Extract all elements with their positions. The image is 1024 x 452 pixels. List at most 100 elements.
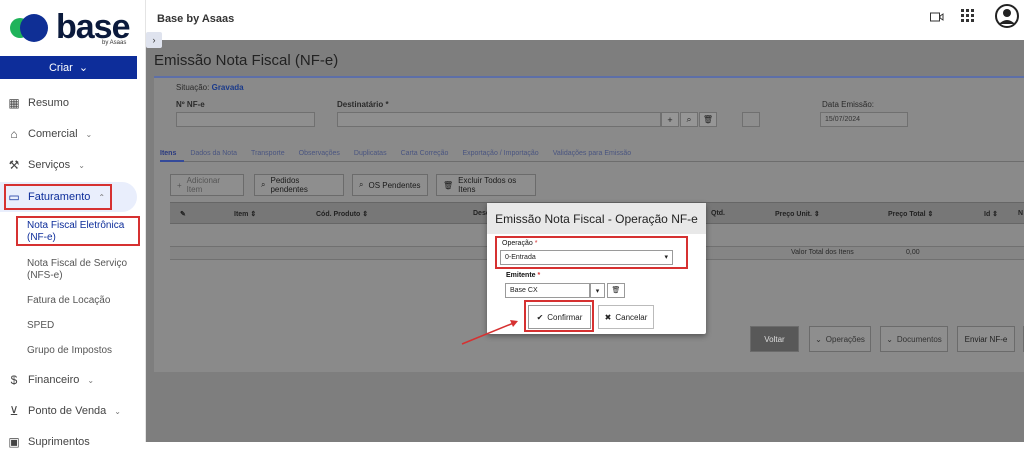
modal-title: Emissão Nota Fiscal - Operação NF-e <box>487 203 706 234</box>
logo-dot-blue <box>20 14 48 42</box>
sidebar-item-servicos[interactable]: ⚒ Serviços ⌄ <box>8 155 85 175</box>
sidebar-item-suprimentos[interactable]: ▣ Suprimentos <box>8 432 90 452</box>
chevron-down-icon: ⌄ <box>815 334 822 344</box>
add-item-label: Adicionar Item <box>186 176 221 194</box>
sidebar-item-comercial[interactable]: ⌂ Comercial ⌄ <box>8 124 92 144</box>
total-items-value: 0,00 <box>906 249 920 256</box>
dashboard-icon: ▦ <box>8 96 20 110</box>
issuer-dropdown-button[interactable]: ▾ <box>590 283 605 298</box>
col-preco-unit[interactable]: Preço Unit. ⇕ <box>775 210 820 218</box>
col-id-label: Id <box>984 211 991 218</box>
cart-icon: ⊻ <box>9 404 19 418</box>
recipient-field[interactable] <box>337 112 661 127</box>
col-preco-unit-label: Preço Unit. <box>775 211 812 218</box>
col-cod-produto-label: Cód. Produto <box>316 211 361 218</box>
issuer-label-text: Emitente <box>506 272 536 279</box>
issuer-delete-button[interactable]: 🗑 <box>607 283 625 298</box>
trash-icon: 🗑 <box>611 287 621 294</box>
video-icon[interactable] <box>930 11 944 26</box>
cancel-button[interactable]: ✖ Cancelar <box>598 305 654 329</box>
chevron-down-icon: ⌄ <box>85 129 93 139</box>
highlight-box-faturamento <box>4 184 112 210</box>
col-qtd[interactable]: Qtd. <box>711 210 725 217</box>
col-n[interactable]: N <box>1018 210 1023 217</box>
sidebar-item-ponto-venda[interactable]: ⊻ Ponto de Venda ⌄ <box>8 401 121 421</box>
topbar: Base by Asaas <box>146 0 1024 40</box>
col-item-label: Item <box>234 211 249 218</box>
search-icon: ⌕ <box>261 180 266 189</box>
issue-date-label: Data Emissão: <box>822 100 875 109</box>
sidebar-item-label: Serviços <box>28 159 71 171</box>
col-item[interactable]: Item ⇕ <box>234 210 256 218</box>
submenu-item-fatura-locacao[interactable]: Fatura de Locação <box>27 295 110 307</box>
submenu-item-grupo-impostos[interactable]: Grupo de Impostos <box>27 345 112 357</box>
status-value: Gravada <box>211 83 244 92</box>
sidebar-item-label: Ponto de Venda <box>28 405 107 417</box>
logo-byline: by Asaas <box>102 40 127 46</box>
user-avatar-icon[interactable] <box>995 4 1019 31</box>
sidebar-item-label: Comercial <box>28 128 78 140</box>
chevron-down-icon: ⌄ <box>78 160 85 170</box>
operations-button[interactable]: ⌄ Operações <box>809 326 871 352</box>
logo-wordmark: base <box>56 8 130 46</box>
send-nfe-button[interactable]: Enviar NF-e <box>957 326 1015 352</box>
issuer-select[interactable]: Base CX <box>505 283 590 298</box>
operation-modal: Emissão Nota Fiscal - Operação NF-e Oper… <box>487 203 706 334</box>
dollar-icon: $ <box>10 373 18 387</box>
back-button[interactable]: Voltar <box>750 326 799 352</box>
clear-recipient-button[interactable]: 🗑 <box>699 112 717 127</box>
nfe-number-label: Nº NF-e <box>176 100 205 109</box>
col-id[interactable]: Id ⇕ <box>984 210 998 218</box>
cancel-label: Cancelar <box>615 312 648 322</box>
highlight-box-nfe <box>16 216 140 246</box>
highlight-box-operation <box>495 236 688 269</box>
sidebar-item-resumo[interactable]: ▦ Resumo <box>8 93 69 113</box>
chevron-down-icon: ⌄ <box>114 406 121 416</box>
col-preco-total[interactable]: Preço Total ⇕ <box>888 210 933 218</box>
brand-logo[interactable]: base by Asaas <box>10 10 140 50</box>
col-preco-total-label: Preço Total <box>888 211 926 218</box>
delete-all-items-button[interactable]: 🗑 Excluir Todos os Itens <box>436 174 536 196</box>
sidebar: base by Asaas Criar ⌄ ▦ Resumo ⌂ Comercial ⌄… <box>0 0 146 449</box>
sidebar-item-label: Resumo <box>28 97 69 109</box>
status-label-text: Situação: <box>176 83 210 92</box>
create-button-label: Criar <box>48 61 73 74</box>
sidebar-item-financeiro[interactable]: $ Financeiro ⌄ <box>8 370 94 390</box>
documents-button[interactable]: ⌄ Documentos <box>880 326 948 352</box>
sidebar-toggle-button[interactable]: › <box>146 32 162 48</box>
create-button[interactable]: Criar ⌄ <box>0 56 137 79</box>
pending-os-button[interactable]: ⌕ OS Pendentes <box>352 174 428 196</box>
search-icon: ⌕ <box>359 180 364 189</box>
wrench-icon: ⚒ <box>8 158 20 172</box>
pending-orders-button[interactable]: ⌕ Pedidos pendentes <box>254 174 344 196</box>
col-cod-produto[interactable]: Cód. Produto ⇕ <box>316 210 368 218</box>
pending-orders-label: Pedidos pendentes <box>270 176 308 194</box>
close-icon: ✖ <box>604 312 612 322</box>
operations-label: Operações <box>825 334 865 344</box>
sidebar-item-label: Suprimentos <box>28 436 90 448</box>
sidebar-item-label: Financeiro <box>28 374 80 386</box>
extra-button[interactable] <box>742 112 760 127</box>
tab-divider <box>160 161 1024 162</box>
caret-down-icon: ▾ <box>595 288 600 295</box>
submenu-item-nfse[interactable]: Nota Fiscal de Serviço (NFS-e) <box>27 258 139 282</box>
highlight-box-confirm <box>524 300 594 332</box>
total-items-label: Valor Total dos Itens <box>791 249 854 256</box>
status-label: Situação: Gravada <box>176 83 244 92</box>
app-title: Base by Asaas <box>157 13 235 25</box>
add-recipient-button[interactable]: + <box>661 112 679 127</box>
submenu-item-sped[interactable]: SPED <box>27 320 54 332</box>
add-item-button[interactable]: + Adicionar Item <box>170 174 244 196</box>
chevron-down-icon: ⌄ <box>886 334 893 344</box>
chevron-down-icon: ⌄ <box>87 375 95 385</box>
box-icon: ▣ <box>8 435 20 449</box>
documents-label: Documentos <box>896 334 942 344</box>
required-mark: * <box>537 272 541 279</box>
nfe-number-field[interactable] <box>176 112 315 127</box>
plus-icon: + <box>177 180 182 190</box>
apps-grid-icon[interactable] <box>961 9 975 26</box>
page-title: Emissão Nota Fiscal (NF-e) <box>154 52 339 69</box>
store-icon: ⌂ <box>10 127 18 141</box>
issue-date-field[interactable]: 15/07/2024 <box>820 112 908 127</box>
search-recipient-button[interactable]: ⌕ <box>680 112 698 127</box>
